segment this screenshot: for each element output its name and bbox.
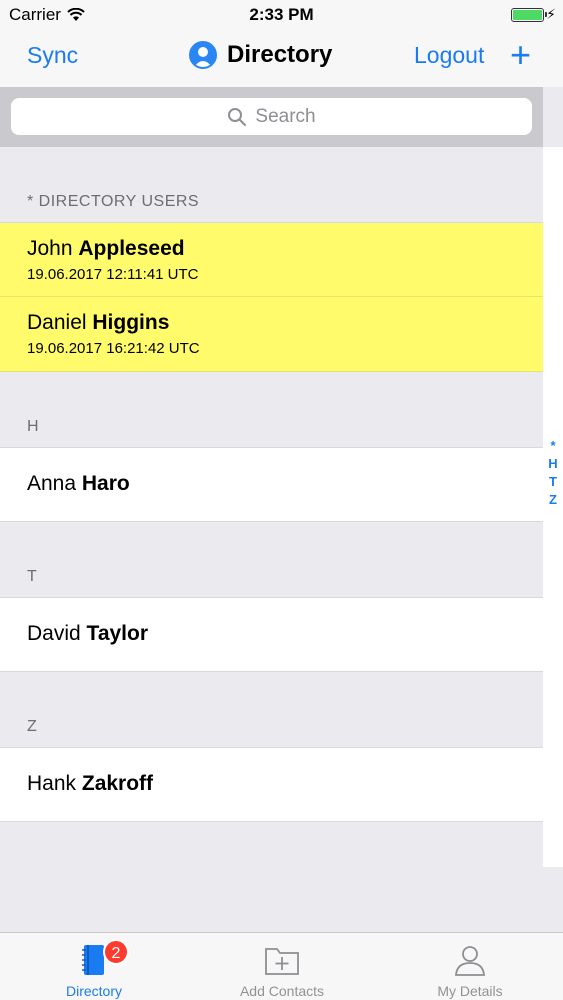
- section-index: * H T Z: [543, 147, 563, 867]
- section-header: * DIRECTORY USERS: [0, 147, 543, 222]
- search-icon: [228, 107, 247, 126]
- contact-timestamp: 19.06.2017 16:21:42 UTC: [27, 340, 200, 357]
- person-icon: [455, 946, 485, 976]
- last-name: Appleseed: [78, 237, 185, 260]
- tab-my-details[interactable]: My Details: [376, 933, 563, 1000]
- index-letters: * H T Z: [543, 437, 563, 509]
- add-button[interactable]: +: [510, 34, 531, 76]
- status-bar: Carrier 2:33 PM ⚡: [0, 0, 563, 30]
- sync-button[interactable]: Sync: [27, 42, 78, 69]
- first-name: David: [27, 622, 81, 645]
- status-time: 2:33 PM: [249, 5, 314, 24]
- folder-plus-icon: [265, 948, 299, 975]
- index-item[interactable]: H: [543, 455, 563, 473]
- section-header-label: T: [27, 568, 38, 585]
- first-name: Anna: [27, 472, 77, 495]
- index-item[interactable]: T: [543, 473, 563, 491]
- notification-badge: 2: [103, 939, 129, 965]
- contact-name: John Appleseed: [27, 237, 185, 261]
- tab-directory[interactable]: Directory: [0, 933, 188, 1000]
- last-name: Taylor: [86, 622, 149, 645]
- battery-fill: [513, 10, 542, 20]
- list-item[interactable]: Anna Haro: [0, 447, 543, 522]
- navigation-bar: Sync Directory Logout +: [0, 30, 563, 87]
- list-item[interactable]: Daniel Higgins 19.06.2017 16:21:42 UTC: [0, 297, 543, 372]
- search-input[interactable]: Search: [11, 98, 532, 135]
- first-name: John: [27, 237, 73, 260]
- tab-label: My Details: [437, 983, 503, 999]
- tab-bar: Directory Add Contacts My Details: [0, 932, 563, 1000]
- logout-button[interactable]: Logout: [414, 42, 484, 69]
- app-screen: Carrier 2:33 PM ⚡ Sync Directory Logout …: [0, 0, 563, 1000]
- contact-name: David Taylor: [27, 622, 148, 646]
- first-name: Hank: [27, 772, 77, 795]
- last-name: Zakroff: [81, 772, 154, 795]
- list-item[interactable]: David Taylor: [0, 597, 543, 672]
- battery-icon: [511, 8, 547, 22]
- contact-name: Hank Zakroff: [27, 772, 153, 796]
- last-name: Haro: [81, 472, 130, 495]
- section-header-label: * DIRECTORY USERS: [27, 193, 200, 210]
- contact-timestamp: 19.06.2017 12:11:41 UTC: [27, 266, 199, 283]
- contact-list: * DIRECTORY USERS John Appleseed 19.06.2…: [0, 147, 543, 822]
- section-header: Z: [0, 672, 543, 747]
- title-text: Directory: [227, 41, 333, 68]
- index-item[interactable]: *: [543, 437, 563, 455]
- contact-name: Anna Haro: [27, 472, 130, 496]
- search-bar: Search: [0, 87, 543, 147]
- last-name: Higgins: [92, 311, 170, 334]
- index-item[interactable]: Z: [543, 491, 563, 509]
- tab-add-contacts[interactable]: Add Contacts: [188, 933, 376, 1000]
- tab-label: Directory: [65, 983, 122, 999]
- section-header-label: Z: [27, 718, 38, 735]
- first-name: Daniel: [27, 311, 87, 334]
- page-title: Directory: [189, 41, 332, 69]
- tab-label: Add Contacts: [239, 983, 325, 999]
- list-item[interactable]: Hank Zakroff: [0, 747, 543, 822]
- user-circle-icon: [189, 41, 217, 69]
- section-header: H: [0, 372, 543, 447]
- charging-bolt-icon: ⚡: [546, 6, 556, 22]
- search-placeholder: Search: [255, 105, 316, 127]
- contact-name: Daniel Higgins: [27, 311, 169, 335]
- section-header-label: H: [27, 418, 40, 435]
- section-header: T: [0, 522, 543, 597]
- list-item[interactable]: John Appleseed 19.06.2017 12:11:41 UTC: [0, 222, 543, 297]
